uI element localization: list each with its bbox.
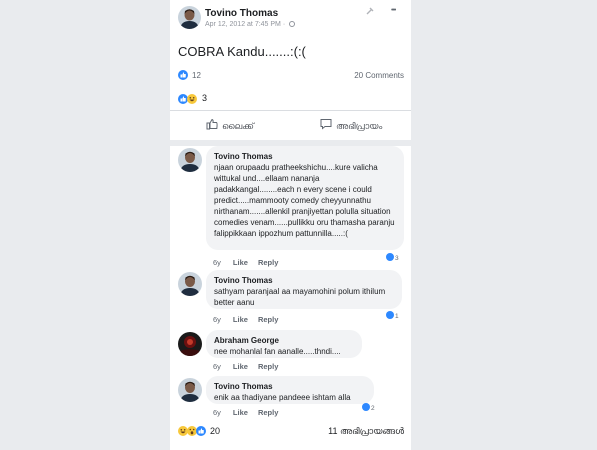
thumbs-up-icon [206,118,218,133]
speech-bubble-icon [320,118,332,133]
comment-count-link[interactable]: 20 Comments [354,71,404,80]
reactions-summary-secondary[interactable]: 3 [178,93,238,105]
commenter-avatar[interactable] [178,332,202,356]
commenter-avatar[interactable] [178,148,202,172]
haha-reaction-icon [187,94,197,104]
comment-bubble[interactable]: Tovino Thomas sathyam paranjaal aa mayam… [206,270,402,309]
comment-like-button[interactable]: Like [233,315,248,324]
comment-author[interactable]: Abraham George [214,335,354,346]
comment-actions: 6y Like Reply [213,315,288,324]
comment-like-count[interactable]: 2 [362,403,375,412]
comment-bubble[interactable]: Tovino Thomas enik aa thadiyane pandeee … [206,376,374,404]
comment-time[interactable]: 6y [213,362,221,371]
globe-icon [289,21,296,27]
like-button-label: ലൈക്ക് [222,121,254,131]
comment-bubble[interactable]: Abraham George nee mohanlal fan aanalle.… [206,330,362,358]
comment-like-button[interactable]: Like [233,258,248,267]
like-button[interactable]: ലൈക്ക് [206,118,254,133]
comment-time[interactable]: 6y [213,258,221,267]
comment-like-count[interactable]: 1 [386,311,399,320]
footer-comment-count[interactable]: 11 അഭിപ്രായങ്ങൾ [328,426,404,437]
like-reaction-icon [196,426,206,436]
author-avatar[interactable] [178,6,201,29]
post-date[interactable]: Apr 12, 2012 at 7:45 PM [205,21,281,28]
comment-reply-button[interactable]: Reply [258,315,278,324]
comment-button[interactable]: അഭിപ്രായം [320,118,382,133]
like-reaction-icon [386,253,394,261]
comment-author[interactable]: Tovino Thomas [214,275,394,286]
comment-like-count-value: 3 [395,255,399,262]
pin-icon[interactable] [365,7,374,18]
comment-text: njaan orupaadu pratheekshichu....kure va… [214,163,395,238]
like-reaction-icon [178,70,188,80]
comment-like-count-value: 1 [395,313,399,320]
comment-actions: 6y Like Reply [213,362,288,371]
comment-button-label: അഭിപ്രായം [336,121,383,131]
commenter-avatar[interactable] [178,378,202,402]
comment-text: enik aa thadiyane pandeee ishtam alla [214,393,351,402]
post-author-name[interactable]: Tovino Thomas [205,8,278,19]
comment-reply-button[interactable]: Reply [258,258,278,267]
commenter-avatar[interactable] [178,272,202,296]
comment-actions: 6y Like Reply [213,408,288,417]
reaction-count[interactable]: 12 [192,71,201,80]
comment-author[interactable]: Tovino Thomas [214,381,366,392]
reaction-count-secondary[interactable]: 3 [202,93,207,103]
comment-text: sathyam paranjaal aa mayamohini polum it… [214,287,386,307]
footer-reaction-count[interactable]: 20 [210,426,220,436]
post-text: COBRA Kandu.......:(:( [178,44,306,59]
comment-time[interactable]: 6y [213,315,221,324]
comment-text: nee mohanlal fan aanalle.....thndi.... [214,347,341,356]
comment-reply-button[interactable]: Reply [258,408,278,417]
comment-like-count-value: 2 [371,405,375,412]
comment-like-button[interactable]: Like [233,408,248,417]
comment-reply-button[interactable]: Reply [258,362,278,371]
comment-bubble[interactable]: Tovino Thomas njaan orupaadu pratheekshi… [206,146,404,250]
like-reaction-icon [362,403,370,411]
comment-time[interactable]: 6y [213,408,221,417]
meta-separator: · [282,21,286,28]
comment-like-button[interactable]: Like [233,362,248,371]
comment-author[interactable]: Tovino Thomas [214,151,396,162]
bottom-reactions-summary[interactable]: 20 11 അഭിപ്രായങ്ങൾ [178,425,404,439]
post-timestamp[interactable]: Apr 12, 2012 at 7:45 PM · [205,21,296,28]
divider [170,110,411,111]
comment-like-count[interactable]: 3 [386,253,399,262]
reactions-summary[interactable]: 12 20 Comments [178,70,404,82]
post-header: Tovino Thomas Apr 12, 2012 at 7:45 PM · … [170,0,411,36]
post-card: Tovino Thomas Apr 12, 2012 at 7:45 PM · … [170,0,411,450]
more-options-icon[interactable]: ••• [391,7,396,14]
like-reaction-icon [386,311,394,319]
comment-actions: 6y Like Reply [213,258,288,267]
